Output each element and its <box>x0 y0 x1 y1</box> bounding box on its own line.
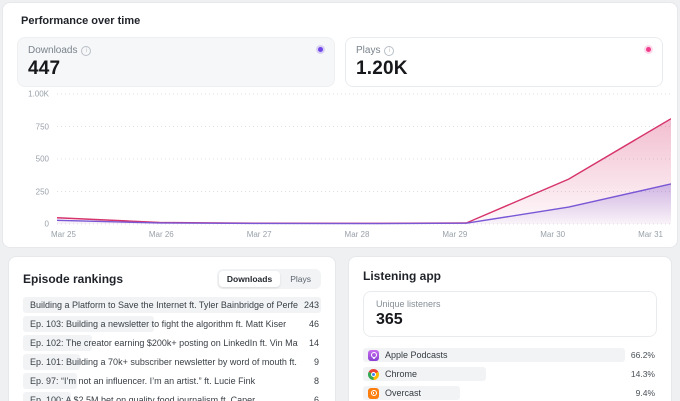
y-tick-label: 750 <box>36 122 49 131</box>
downloads-series-dot-icon <box>318 47 323 52</box>
episode-rankings-header: Episode rankings Downloads Plays <box>23 269 321 289</box>
episode-title: Ep. 102: The creator earning $200k+ post… <box>23 335 298 351</box>
episode-row[interactable]: Ep. 100: A $2.5M bet on quality food jou… <box>23 392 321 401</box>
overcast-icon <box>368 388 379 399</box>
episode-row[interactable]: Building a Platform to Save the Internet… <box>23 297 321 313</box>
x-tick-label: Mar 27 <box>247 230 272 239</box>
episode-title: Ep. 100: A $2.5M bet on quality food jou… <box>23 392 298 401</box>
y-tick-label: 500 <box>36 155 49 164</box>
app-row-content: Apple Podcasts <box>363 348 657 362</box>
episode-rankings-panel: Episode rankings Downloads Plays Buildin… <box>8 256 336 401</box>
plays-series-dot-icon <box>646 47 651 52</box>
metric-toggle: Downloads Plays <box>217 269 321 289</box>
app-percent: 9.4% <box>636 386 655 400</box>
episode-rankings-title: Episode rankings <box>23 272 123 286</box>
x-tick-label: Mar 31 <box>638 230 663 239</box>
episode-value: 46 <box>309 316 319 332</box>
listening-app-title: Listening app <box>363 269 657 283</box>
app-row-content: Overcast <box>363 386 657 400</box>
x-tick-label: Mar 29 <box>442 230 467 239</box>
app-row-content: Chrome <box>363 367 657 381</box>
chart-plot-area <box>57 93 671 225</box>
plays-stat-label: Plays <box>356 45 380 56</box>
stat-label-row: Plays <box>356 45 652 56</box>
y-tick-label: 1.00K <box>28 89 49 98</box>
chart-y-axis: 1.00K7505002500 <box>17 93 49 225</box>
performance-title: Performance over time <box>21 15 663 27</box>
x-tick-label: Mar 30 <box>540 230 565 239</box>
chrome-icon <box>368 369 379 380</box>
episode-row[interactable]: Ep. 102: The creator earning $200k+ post… <box>23 335 321 351</box>
episode-row[interactable]: Ep. 97: “I’m not an influencer. I’m an a… <box>23 373 321 389</box>
episode-title: Ep. 101: Building a 70k+ subscriber news… <box>23 354 298 370</box>
listening-app-row[interactable]: Overcast 9.4% <box>363 386 657 400</box>
app-name: Apple Podcasts <box>385 350 448 360</box>
apple-podcasts-icon <box>368 350 379 361</box>
tab-plays[interactable]: Plays <box>282 271 319 287</box>
listening-app-list: Apple Podcasts 66.2% Chrome 14.3% Overcast 9.… <box>363 348 657 401</box>
performance-chart: 1.00K7505002500 Mar 25Mar 26Mar 27Mar 28… <box>17 93 663 243</box>
unique-listeners-value: 365 <box>376 311 644 329</box>
episode-title: Ep. 97: “I’m not an influencer. I’m an a… <box>23 373 298 389</box>
episode-value: 243 <box>304 297 319 313</box>
app-percent: 66.2% <box>631 348 655 362</box>
app-name: Chrome <box>385 369 417 379</box>
tab-downloads[interactable]: Downloads <box>219 271 280 287</box>
performance-panel: Performance over time Downloads 447 Play… <box>2 2 678 248</box>
x-tick-label: Mar 25 <box>51 230 76 239</box>
stat-label-row: Downloads <box>28 45 324 56</box>
app-percent: 14.3% <box>631 367 655 381</box>
episode-row[interactable]: Ep. 103: Building a newsletter to fight … <box>23 316 321 332</box>
episode-row[interactable]: Ep. 101: Building a 70k+ subscriber news… <box>23 354 321 370</box>
episode-value: 9 <box>314 354 319 370</box>
app-name: Overcast <box>385 388 421 398</box>
chart-x-axis: Mar 25 Mar 26 Mar 27 Mar 28 Mar 29 Mar 30 Mar … <box>51 230 663 239</box>
listening-app-row[interactable]: Chrome 14.3% <box>363 367 657 381</box>
listening-app-panel: Listening app Unique listeners 365 Apple… <box>348 256 672 401</box>
episode-value: 14 <box>309 335 319 351</box>
episode-value: 8 <box>314 373 319 389</box>
stats-row: Downloads 447 Plays 1.20K <box>17 37 663 87</box>
podcast-analytics-dashboard: Performance over time Downloads 447 Play… <box>0 0 680 401</box>
info-icon <box>384 46 394 56</box>
info-icon <box>81 46 91 56</box>
stat-card-downloads[interactable]: Downloads 447 <box>17 37 335 87</box>
unique-listeners-card: Unique listeners 365 <box>363 291 657 337</box>
x-tick-label: Mar 26 <box>149 230 174 239</box>
episode-value: 6 <box>314 392 319 401</box>
y-tick-label: 250 <box>36 187 49 196</box>
episode-list: Building a Platform to Save the Internet… <box>23 297 321 401</box>
downloads-stat-value: 447 <box>28 58 324 80</box>
listening-app-row[interactable]: Apple Podcasts 66.2% <box>363 348 657 362</box>
downloads-stat-label: Downloads <box>28 45 77 56</box>
stat-card-plays[interactable]: Plays 1.20K <box>345 37 663 87</box>
episode-title: Ep. 103: Building a newsletter to fight … <box>23 316 298 332</box>
y-tick-label: 0 <box>45 220 49 229</box>
unique-listeners-label: Unique listeners <box>376 299 644 309</box>
x-tick-label: Mar 28 <box>345 230 370 239</box>
plays-stat-value: 1.20K <box>356 58 652 80</box>
episode-title: Building a Platform to Save the Internet… <box>23 297 298 313</box>
